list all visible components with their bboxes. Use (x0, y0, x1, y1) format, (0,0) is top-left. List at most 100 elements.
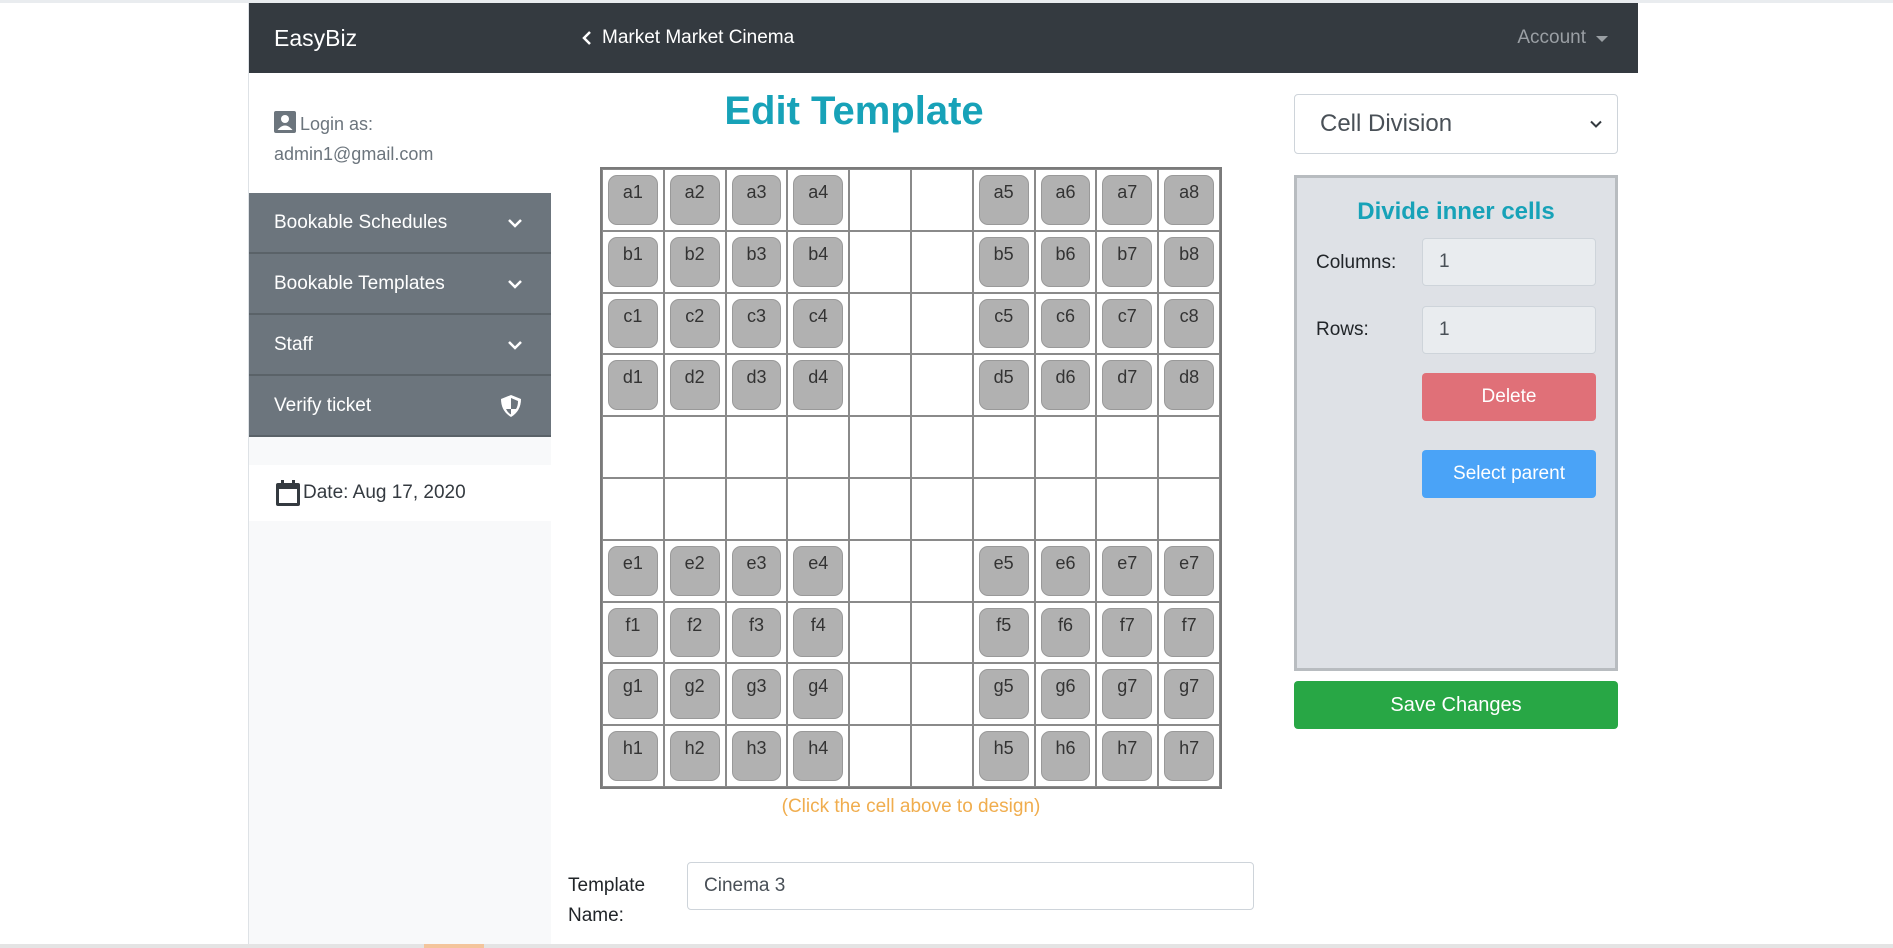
seat[interactable]: f1 (608, 607, 658, 658)
seat[interactable]: c5 (978, 298, 1029, 349)
grid-cell[interactable]: e7 (1096, 539, 1159, 602)
grid-cell[interactable] (910, 416, 973, 478)
grid-cell[interactable]: a7 (1096, 169, 1159, 231)
seat[interactable]: h3 (731, 731, 782, 781)
seat[interactable]: h6 (1040, 731, 1091, 781)
grid-cell[interactable]: e1 (602, 539, 664, 602)
seat[interactable]: b2 (669, 236, 720, 287)
seat[interactable]: d1 (608, 360, 658, 411)
grid-cell[interactable] (1158, 477, 1220, 540)
grid-cell[interactable] (910, 354, 973, 417)
grid-cell[interactable]: c8 (1158, 292, 1220, 355)
mode-select[interactable]: Cell Division (1294, 94, 1618, 154)
seat[interactable]: d3 (731, 360, 782, 411)
grid-cell[interactable] (849, 169, 911, 231)
grid-cell[interactable]: a5 (972, 169, 1035, 231)
seat[interactable]: a4 (793, 175, 844, 225)
grid-cell[interactable] (663, 416, 726, 478)
grid-cell[interactable]: a2 (663, 169, 726, 231)
seat[interactable]: a1 (608, 175, 658, 225)
seat[interactable]: h2 (669, 731, 720, 781)
grid-cell[interactable]: e7 (1158, 539, 1220, 602)
grid-cell[interactable]: d7 (1096, 354, 1159, 417)
seat[interactable]: b4 (793, 236, 844, 287)
seat[interactable]: a3 (731, 175, 782, 225)
seat[interactable]: e5 (978, 545, 1029, 596)
grid-cell[interactable] (972, 416, 1035, 478)
seat[interactable]: c8 (1164, 298, 1214, 349)
seat[interactable]: h7 (1102, 731, 1153, 781)
seat[interactable]: e7 (1102, 545, 1153, 596)
grid-cell[interactable]: b5 (972, 230, 1035, 293)
grid-cell[interactable] (1034, 416, 1097, 478)
seat[interactable]: e3 (731, 545, 782, 596)
grid-cell[interactable]: d1 (602, 354, 664, 417)
grid-cell[interactable]: d5 (972, 354, 1035, 417)
grid-cell[interactable]: g7 (1158, 663, 1220, 726)
template-name-input[interactable] (687, 862, 1254, 910)
account-dropdown[interactable]: Account (1517, 3, 1608, 73)
grid-cell[interactable]: f7 (1158, 601, 1220, 664)
grid-cell[interactable]: f2 (663, 601, 726, 664)
seat[interactable]: g2 (669, 669, 720, 720)
seat[interactable]: g3 (731, 669, 782, 720)
grid-cell[interactable]: c6 (1034, 292, 1097, 355)
seat[interactable]: f4 (793, 607, 844, 658)
columns-input[interactable] (1422, 238, 1596, 286)
grid-cell[interactable]: e4 (787, 539, 850, 602)
grid-cell[interactable]: c4 (787, 292, 850, 355)
grid-cell[interactable]: e5 (972, 539, 1035, 602)
sidebar-item-verify-ticket[interactable]: Verify ticket (249, 376, 551, 437)
grid-cell[interactable] (787, 416, 850, 478)
seat[interactable]: d7 (1102, 360, 1153, 411)
sidebar-item-bookable-schedules[interactable]: Bookable Schedules (249, 193, 551, 254)
grid-cell[interactable] (1158, 416, 1220, 478)
seat[interactable]: d2 (669, 360, 720, 411)
seat[interactable]: c2 (669, 298, 720, 349)
seat[interactable]: e2 (669, 545, 720, 596)
seat[interactable]: g6 (1040, 669, 1091, 720)
grid-cell[interactable] (602, 416, 664, 478)
horizontal-scrollbar[interactable] (0, 944, 1893, 948)
grid-cell[interactable]: f1 (602, 601, 664, 664)
grid-cell[interactable] (910, 169, 973, 231)
grid-cell[interactable] (910, 663, 973, 726)
seat[interactable]: g4 (793, 669, 844, 720)
seat[interactable]: d6 (1040, 360, 1091, 411)
grid-cell[interactable] (1096, 416, 1159, 478)
seat[interactable]: c4 (793, 298, 844, 349)
seat[interactable]: g1 (608, 669, 658, 720)
grid-cell[interactable]: h7 (1096, 725, 1159, 787)
seat[interactable]: f7 (1102, 607, 1153, 658)
seat[interactable]: b7 (1102, 236, 1153, 287)
grid-cell[interactable]: d3 (725, 354, 788, 417)
grid-cell[interactable]: f3 (725, 601, 788, 664)
grid-cell[interactable]: h4 (787, 725, 850, 787)
seat[interactable]: e1 (608, 545, 658, 596)
grid-cell[interactable]: f4 (787, 601, 850, 664)
grid-cell[interactable]: h5 (972, 725, 1035, 787)
grid-cell[interactable]: a6 (1034, 169, 1097, 231)
grid-cell[interactable] (849, 601, 911, 664)
grid-cell[interactable]: d6 (1034, 354, 1097, 417)
grid-cell[interactable] (849, 292, 911, 355)
grid-cell[interactable] (849, 539, 911, 602)
grid-cell[interactable]: e3 (725, 539, 788, 602)
seat[interactable]: g7 (1164, 669, 1214, 720)
grid-cell[interactable]: a8 (1158, 169, 1220, 231)
grid-cell[interactable] (1034, 477, 1097, 540)
seat[interactable]: d5 (978, 360, 1029, 411)
seat[interactable]: e4 (793, 545, 844, 596)
grid-cell[interactable]: h7 (1158, 725, 1220, 787)
seat[interactable]: b6 (1040, 236, 1091, 287)
delete-button[interactable]: Delete (1422, 373, 1596, 421)
scrollbar-thumb[interactable] (424, 944, 484, 948)
seat[interactable]: c3 (731, 298, 782, 349)
grid-cell[interactable] (910, 725, 973, 787)
grid-cell[interactable]: e2 (663, 539, 726, 602)
seat[interactable]: h5 (978, 731, 1029, 781)
seat[interactable]: h4 (793, 731, 844, 781)
grid-cell[interactable]: c5 (972, 292, 1035, 355)
seat[interactable]: a6 (1040, 175, 1091, 225)
grid-cell[interactable]: h2 (663, 725, 726, 787)
